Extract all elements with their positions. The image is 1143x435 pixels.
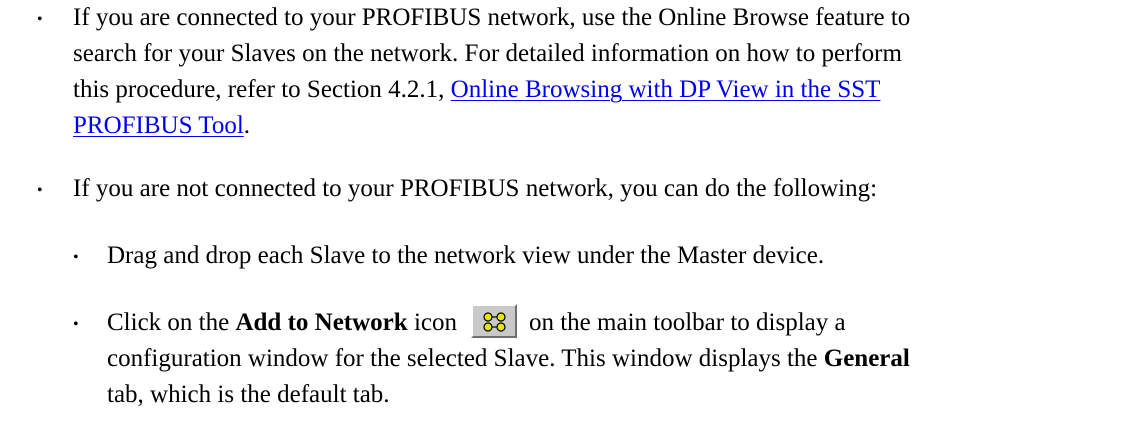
text-line: Drag and drop each Slave to the network … xyxy=(107,242,825,269)
text-line: If you are not connected to your PROFIBU… xyxy=(73,175,878,202)
section-link[interactable]: Online Browsing with DP View in the SST xyxy=(451,76,881,103)
text-line: PROFIBUS Tool. xyxy=(73,108,1133,144)
paragraph-drag-drop: Drag and drop each Slave to the network … xyxy=(107,238,1137,274)
text-line: tab, which is the default tab. xyxy=(107,381,390,408)
network-nodes-icon[interactable] xyxy=(470,304,517,339)
bullet-marker: • xyxy=(37,182,43,199)
text-line: Click on the Add to Network icon on the … xyxy=(107,304,1143,341)
text-line: configuration window for the selected Sl… xyxy=(107,341,1143,377)
bullet-marker: • xyxy=(73,316,79,333)
bold-term: General xyxy=(823,345,910,372)
text-line: If you are connected to your PROFIBUS ne… xyxy=(73,4,911,31)
paragraph-online-browse: If you are connected to your PROFIBUS ne… xyxy=(73,0,1133,144)
text-span: this procedure, refer to Section 4.2.1, xyxy=(73,76,451,103)
text-line: this procedure, refer to Section 4.2.1, … xyxy=(73,72,1133,108)
bullet-marker: • xyxy=(37,11,43,28)
section-link-continued[interactable]: PROFIBUS Tool xyxy=(73,112,244,139)
text-span: . xyxy=(243,112,251,139)
paragraph-add-to-network: Click on the Add to Network icon on the … xyxy=(107,304,1143,413)
text-line: search for your Slaves on the network. F… xyxy=(73,40,902,67)
text-span: on the main toolbar to display a xyxy=(528,309,846,336)
text-span: configuration window for the selected Sl… xyxy=(107,345,824,372)
text-span: icon xyxy=(407,309,457,336)
bold-term: Add to Network xyxy=(235,309,408,336)
paragraph-not-connected: If you are not connected to your PROFIBU… xyxy=(73,171,1133,207)
text-span: Click on the xyxy=(107,309,236,336)
bullet-marker: • xyxy=(73,249,79,266)
